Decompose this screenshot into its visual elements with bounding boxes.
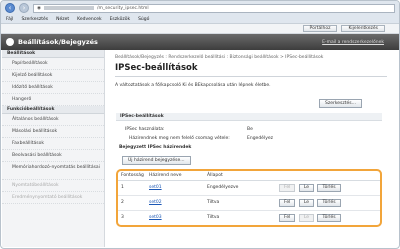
menu-tools[interactable]: Eszközök: [110, 17, 130, 22]
sidebar-item-display[interactable]: Kijelző beállítások: [2, 70, 104, 82]
ipsec-use-label: IPSec használata:: [125, 127, 165, 132]
move-down-button[interactable]: Le: [298, 213, 315, 222]
edit-button[interactable]: Szerkesztés...: [319, 99, 362, 108]
globe-icon: ◉: [37, 5, 41, 11]
nonpolicy-label: Házirendnek meg nem felelő csomag vétele…: [129, 136, 230, 141]
move-down-button[interactable]: Le: [298, 183, 315, 192]
col-actions: [276, 171, 380, 181]
sidebar: Beállítások Papírbeállítások Kijelző beá…: [2, 50, 105, 247]
move-down-button[interactable]: Le: [298, 198, 315, 207]
policy-table-highlight: Fontosság Házirend neve Állapot 1 set01 …: [116, 169, 382, 227]
policy-table: Fontosság Házirend neve Állapot 1 set01 …: [118, 171, 380, 225]
app-top-bar: Portálhoz Kijelentkezés: [1, 24, 399, 34]
email-admin-link[interactable]: E-mail a rendszerkezelőnek: [322, 40, 384, 45]
sidebar-item-scan[interactable]: Beolvasási beállítások: [2, 150, 104, 162]
delete-button[interactable]: Törlés: [317, 213, 341, 222]
col-name: Házirend neve: [146, 171, 204, 181]
sidebar-item-paper[interactable]: Papírbeállítások: [2, 58, 104, 70]
col-priority: Fontosság: [118, 171, 146, 181]
sidebar-item-report[interactable]: Eredménynyomtató beállítások: [2, 192, 104, 204]
sidebar-item-fax[interactable]: Faxbeállítások: [2, 138, 104, 150]
browser-window: ‹ › ◉ /m_security_ipsec.html Fájl Szerke…: [0, 0, 400, 249]
menu-help[interactable]: Súgó: [138, 17, 149, 22]
menu-favorites[interactable]: Kedvencek: [77, 17, 101, 22]
move-up-button[interactable]: Fel: [279, 183, 296, 192]
sidebar-item-printer[interactable]: Nyomtatóbeállítások: [2, 180, 104, 192]
sidebar-section-settings: Beállítások: [2, 50, 104, 58]
row-status: Tiltva: [207, 215, 220, 221]
address-bar[interactable]: ◉ /m_security_ipsec.html: [33, 3, 395, 13]
ipsec-use-value: Be: [247, 127, 253, 132]
ipsec-section-header: IPSec-beállítások: [116, 113, 382, 121]
policy-link[interactable]: set03: [149, 215, 162, 220]
menu-view[interactable]: Nézet: [56, 17, 69, 22]
delete-button[interactable]: Törlés: [317, 198, 341, 207]
logout-button[interactable]: Kijelentkezés: [341, 25, 385, 32]
forward-icon[interactable]: ›: [19, 3, 29, 13]
delete-button[interactable]: Törlés: [317, 183, 341, 192]
row-status: Tiltva: [204, 195, 276, 211]
restart-note: A változtatások a fő/kapcsoló Ki és BEka…: [115, 83, 271, 88]
sidebar-item-copy[interactable]: Másolási beállítások: [2, 126, 104, 138]
table-row: 3 set03 Tiltva Fel Le Törlés: [118, 210, 380, 225]
breadcrumb: Beállítások/Bejegyzés : Rendszerkezelő b…: [115, 55, 324, 60]
home-icon[interactable]: [6, 38, 14, 46]
menu-edit[interactable]: Szerkesztés: [21, 17, 48, 22]
blurred-host: [43, 6, 94, 10]
sidebar-item-volume[interactable]: Hangerő: [2, 94, 104, 106]
row-priority: 2: [118, 195, 146, 211]
app-title: Beállítások/Bejegyzés: [18, 38, 98, 46]
move-up-button[interactable]: Fel: [279, 213, 296, 222]
table-row: 2 set02 Tiltva Fel Le Törlés: [118, 195, 380, 211]
sidebar-section-functions: Funkcióbeállítások: [2, 106, 104, 114]
registered-policies-title: Bejegyzett IPSec házirendek: [119, 145, 192, 150]
sidebar-item-media-print[interactable]: Memóriahordozó-nyomtatás beállításai: [2, 162, 104, 180]
row-status: Engedélyezve: [204, 180, 276, 196]
col-status: Állapot: [204, 171, 276, 181]
portal-button[interactable]: Portálhoz: [302, 25, 338, 32]
policy-link[interactable]: set01: [149, 185, 162, 190]
menu-bar: Fájl Szerkesztés Nézet Kedvencek Eszközö…: [1, 15, 399, 23]
row-priority: 1: [118, 180, 146, 196]
page-title: IPSec-beállítások: [115, 63, 387, 77]
policy-link[interactable]: set02: [149, 200, 162, 205]
move-up-button[interactable]: Fel: [279, 198, 296, 207]
new-policy-button[interactable]: Új házirend bejegyzése...: [122, 156, 191, 165]
app-title-bar: Beállítások/Bejegyzés E-mail a rendszerk…: [1, 34, 399, 50]
browser-chrome: ‹ › ◉ /m_security_ipsec.html Fájl Szerke…: [1, 1, 399, 24]
menu-file[interactable]: Fájl: [6, 17, 13, 22]
address-path: /m_security_ipsec.html: [96, 5, 149, 11]
back-icon[interactable]: ‹: [5, 3, 15, 13]
row-priority: 3: [121, 215, 124, 221]
table-header-row: Fontosság Házirend neve Állapot: [118, 171, 380, 181]
table-row: 1 set01 Engedélyezve Fel Le Törlés: [118, 180, 380, 196]
sidebar-item-general[interactable]: Általános beállítások: [2, 114, 104, 126]
sidebar-item-timer[interactable]: Időzítő beállítások: [2, 82, 104, 94]
nonpolicy-value: Engedélyez: [247, 136, 273, 141]
address-row: ‹ › ◉ /m_security_ipsec.html: [1, 1, 399, 15]
